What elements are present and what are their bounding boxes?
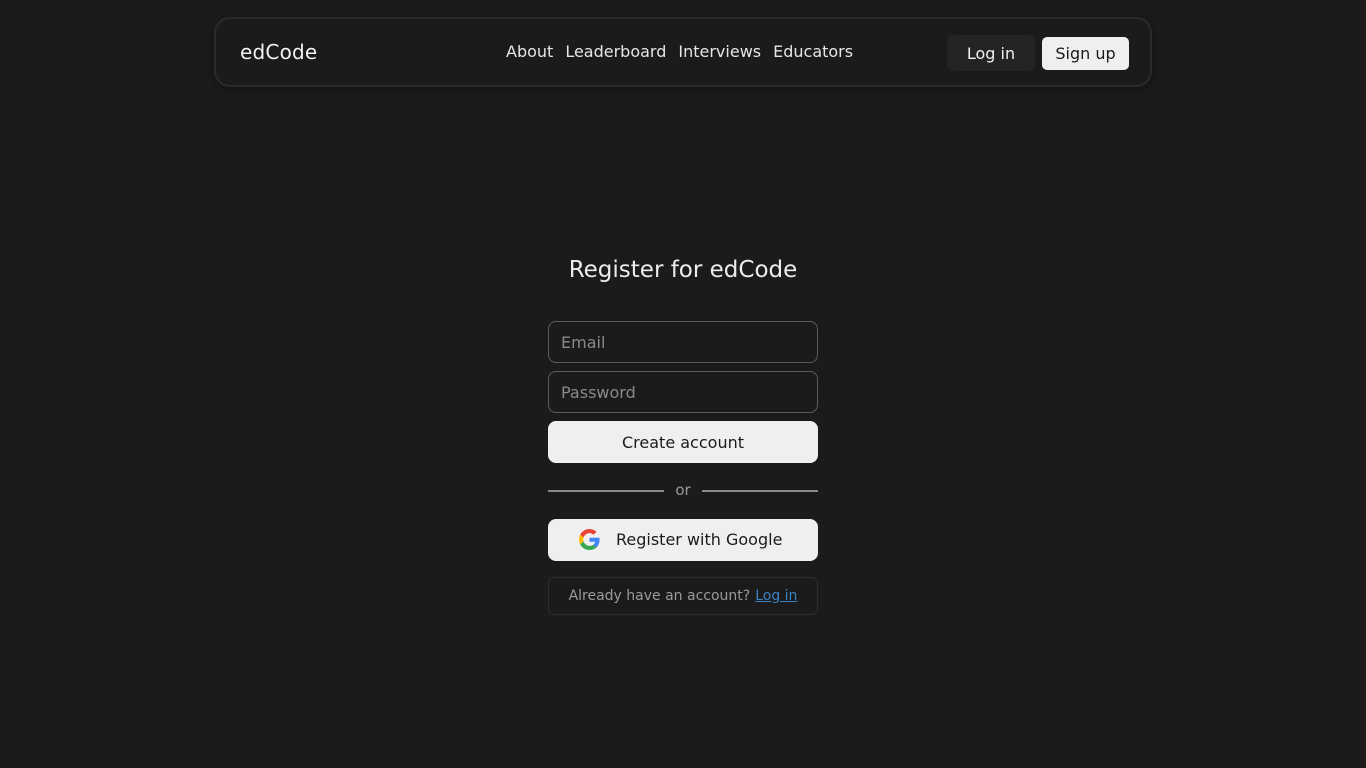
top-navbar: edCode About Leaderboard Interviews Educ… (214, 17, 1152, 87)
register-google-button[interactable]: Register with Google (548, 519, 818, 561)
nav-link-about[interactable]: About (506, 42, 553, 61)
divider-line-left (548, 490, 664, 492)
nav-link-educators[interactable]: Educators (773, 42, 853, 61)
login-prompt-box: Already have an account? Log in (548, 577, 818, 615)
create-account-button[interactable]: Create account (548, 421, 818, 463)
login-prompt-text: Already have an account? (568, 588, 751, 604)
email-field[interactable] (548, 321, 818, 363)
divider-text: or (675, 481, 691, 499)
password-field[interactable] (548, 371, 818, 413)
page-title: Register for edCode (568, 257, 798, 283)
brand-logo[interactable]: edCode (240, 40, 317, 64)
divider-line-right (702, 490, 818, 492)
nav-link-interviews[interactable]: Interviews (678, 42, 761, 61)
nav-links: About Leaderboard Interviews Educators (506, 42, 853, 61)
nav-link-leaderboard[interactable]: Leaderboard (565, 42, 666, 61)
login-button[interactable]: Log in (947, 35, 1035, 71)
register-google-label: Register with Google (616, 530, 783, 549)
signup-button[interactable]: Sign up (1042, 37, 1129, 70)
google-g-icon (579, 529, 600, 550)
login-link[interactable]: Log in (755, 588, 797, 604)
